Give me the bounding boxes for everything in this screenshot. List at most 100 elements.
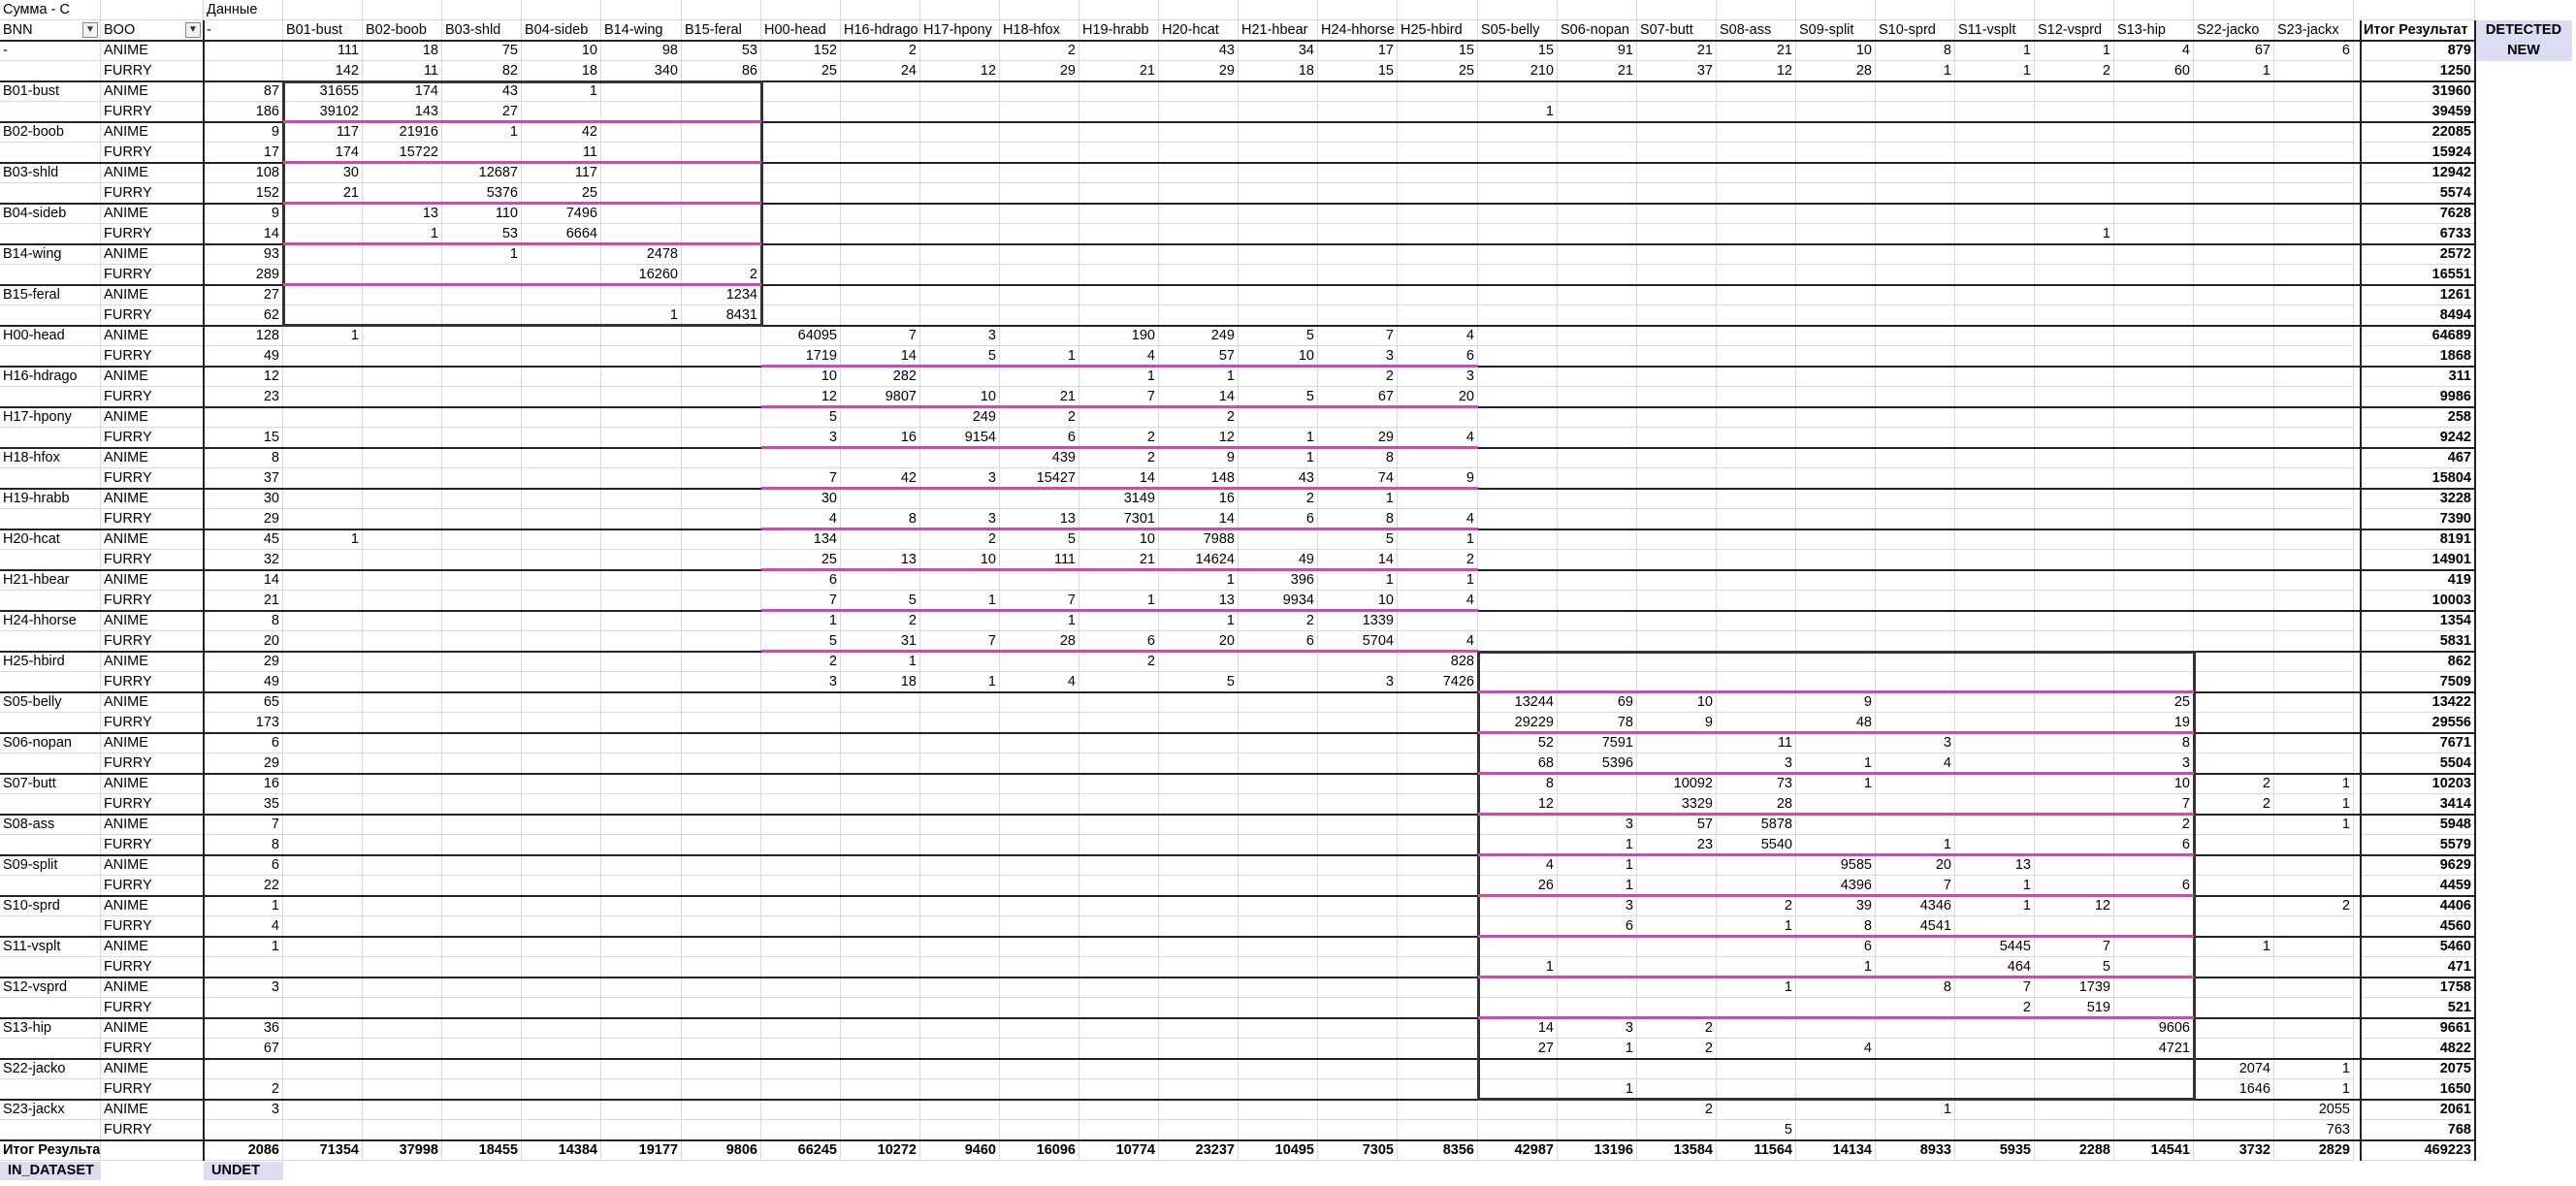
table-cell[interactable]: 29: [204, 753, 283, 774]
row-total-cell[interactable]: 879: [2361, 41, 2475, 61]
table-cell[interactable]: [522, 937, 601, 957]
table-cell[interactable]: [363, 876, 442, 896]
table-cell[interactable]: [1478, 468, 1558, 489]
table-cell[interactable]: [1717, 102, 1796, 122]
table-cell[interactable]: [601, 631, 682, 652]
table-cell[interactable]: [1717, 122, 1796, 143]
column-header[interactable]: B01-bust: [283, 20, 363, 41]
table-cell[interactable]: [1558, 509, 1637, 529]
table-cell[interactable]: [1159, 163, 1239, 183]
table-cell[interactable]: 8: [204, 448, 283, 468]
table-cell[interactable]: [841, 244, 920, 265]
row-total-cell[interactable]: 5574: [2361, 183, 2475, 204]
table-cell[interactable]: 21: [1079, 61, 1159, 81]
blank-cell[interactable]: [0, 387, 101, 407]
table-cell[interactable]: 6: [204, 855, 283, 876]
table-cell[interactable]: [1796, 428, 1876, 448]
grand-total-cell[interactable]: 11564: [1717, 1140, 1796, 1161]
table-cell[interactable]: 10: [920, 387, 1000, 407]
table-cell[interactable]: [1398, 876, 1478, 896]
row-total-cell[interactable]: 1868: [2361, 346, 2475, 367]
table-cell[interactable]: 190: [1079, 326, 1159, 346]
table-cell[interactable]: [363, 591, 442, 611]
table-cell[interactable]: [2274, 998, 2354, 1018]
table-cell[interactable]: [2114, 489, 2194, 509]
row-total-cell[interactable]: 471: [2361, 957, 2475, 978]
table-cell[interactable]: [2274, 224, 2354, 244]
table-cell[interactable]: [442, 326, 522, 346]
table-cell[interactable]: [761, 163, 841, 183]
table-cell[interactable]: [1000, 244, 1079, 265]
table-cell[interactable]: [1239, 305, 1318, 326]
row-total-cell[interactable]: 2061: [2361, 1100, 2475, 1120]
table-cell[interactable]: [1955, 305, 2035, 326]
row-total-cell[interactable]: 1250: [2361, 61, 2475, 81]
table-cell[interactable]: 1: [2274, 1079, 2354, 1100]
table-cell[interactable]: [1000, 326, 1079, 346]
row-total-cell[interactable]: 467: [2361, 448, 2475, 468]
table-cell[interactable]: [2194, 896, 2274, 916]
table-cell[interactable]: [601, 855, 682, 876]
table-cell[interactable]: 29: [1159, 61, 1239, 81]
table-cell[interactable]: [1955, 224, 2035, 244]
table-cell[interactable]: [1079, 998, 1159, 1018]
table-cell[interactable]: [601, 529, 682, 550]
row-total-cell[interactable]: 9629: [2361, 855, 2475, 876]
blank-cell[interactable]: [761, 0, 841, 20]
table-cell[interactable]: [1717, 367, 1796, 387]
table-cell[interactable]: [1318, 224, 1398, 244]
blank-cell[interactable]: [0, 143, 101, 163]
table-cell[interactable]: [601, 448, 682, 468]
table-cell[interactable]: 43: [1159, 41, 1239, 61]
table-cell[interactable]: [761, 815, 841, 835]
table-cell[interactable]: [682, 652, 761, 672]
table-cell[interactable]: [1955, 489, 2035, 509]
table-cell[interactable]: [1955, 346, 2035, 367]
table-cell[interactable]: [1796, 611, 1876, 631]
column-header[interactable]: H19-hrabb: [1079, 20, 1159, 41]
table-cell[interactable]: [920, 1100, 1000, 1120]
table-cell[interactable]: [601, 611, 682, 631]
table-cell[interactable]: 1: [1478, 102, 1558, 122]
blank-cell[interactable]: [920, 0, 1000, 20]
table-cell[interactable]: [2274, 672, 2354, 692]
table-cell[interactable]: 6: [761, 570, 841, 591]
table-cell[interactable]: 1: [2274, 774, 2354, 794]
table-cell[interactable]: [522, 1039, 601, 1059]
table-cell[interactable]: [363, 753, 442, 774]
table-cell[interactable]: [1079, 570, 1159, 591]
table-cell[interactable]: [761, 102, 841, 122]
table-cell[interactable]: [2194, 835, 2274, 855]
table-cell[interactable]: [1079, 183, 1159, 204]
table-cell[interactable]: [522, 1059, 601, 1079]
table-cell[interactable]: [1558, 305, 1637, 326]
table-cell[interactable]: 10: [1239, 346, 1318, 367]
table-cell[interactable]: [1159, 102, 1239, 122]
table-cell[interactable]: [1318, 1039, 1398, 1059]
table-cell[interactable]: [2035, 428, 2114, 448]
table-cell[interactable]: 14624: [1159, 550, 1239, 570]
detected-label[interactable]: DETECTED: [2475, 20, 2572, 41]
table-cell[interactable]: [522, 1079, 601, 1100]
table-cell[interactable]: [2114, 570, 2194, 591]
table-cell[interactable]: 17: [204, 143, 283, 163]
table-cell[interactable]: [841, 143, 920, 163]
row-total-cell[interactable]: 4459: [2361, 876, 2475, 896]
table-cell[interactable]: 29: [204, 652, 283, 672]
table-cell[interactable]: [1398, 794, 1478, 815]
table-cell[interactable]: [920, 652, 1000, 672]
table-cell[interactable]: [2114, 244, 2194, 265]
table-cell[interactable]: 21: [1079, 550, 1159, 570]
column-header[interactable]: S09-split: [1796, 20, 1876, 41]
table-cell[interactable]: [1000, 774, 1079, 794]
table-cell[interactable]: [1558, 244, 1637, 265]
row-subgroup-label[interactable]: ANIME: [101, 896, 204, 916]
table-cell[interactable]: 5: [761, 407, 841, 428]
table-cell[interactable]: [1955, 631, 2035, 652]
table-cell[interactable]: [2194, 1120, 2274, 1140]
table-cell[interactable]: 2: [841, 41, 920, 61]
table-cell[interactable]: [1398, 998, 1478, 1018]
row-total-cell[interactable]: 311: [2361, 367, 2475, 387]
row-total-cell[interactable]: 1758: [2361, 978, 2475, 998]
table-cell[interactable]: 29: [1000, 61, 1079, 81]
